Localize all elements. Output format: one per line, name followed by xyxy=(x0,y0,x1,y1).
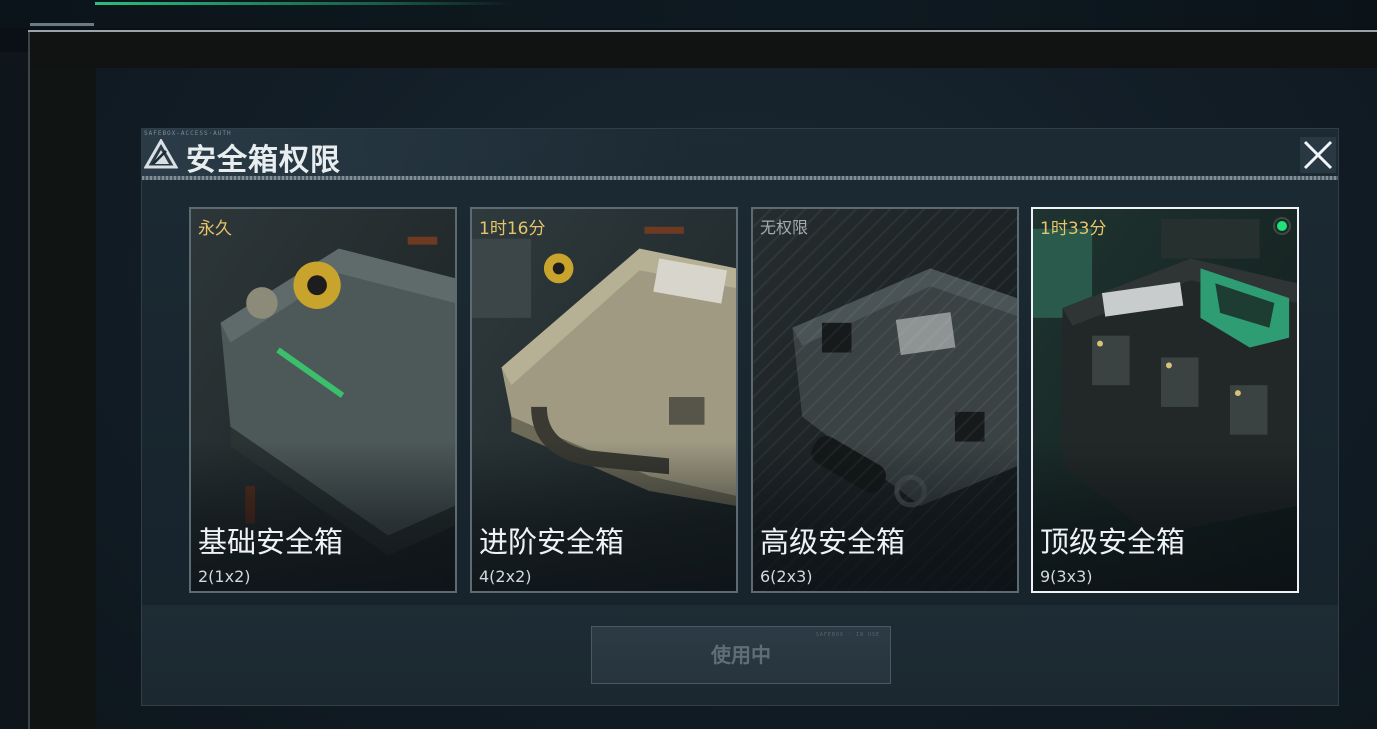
card-permission-tag: 无权限 xyxy=(760,218,809,237)
card-capacity: 2(1x2) xyxy=(198,567,251,586)
close-icon xyxy=(1303,140,1333,170)
top-strip xyxy=(0,0,1377,28)
card-name: 进阶安全箱 xyxy=(479,525,625,559)
top-tab-indicator xyxy=(30,23,94,26)
in-use-button-label: 使用中 xyxy=(711,643,771,667)
frame-dark-band xyxy=(30,32,1377,68)
card-name: 基础安全箱 xyxy=(198,525,344,559)
dialog-title: 安全箱权限 xyxy=(186,143,341,178)
card-capacity: 9(3x3) xyxy=(1040,567,1093,586)
screen: SAFEBOX-ACCESS·AUTH 安全箱权限 永久 基础安全箱 2(1x2… xyxy=(0,0,1377,729)
active-dot-icon xyxy=(1273,217,1291,235)
outer-left-edge xyxy=(0,52,28,729)
card-duration-tag: 1时33分 xyxy=(1040,219,1107,239)
top-accent-line xyxy=(95,2,515,5)
safebox-card-senior[interactable]: 无权限 高级安全箱 6(2x3) xyxy=(751,207,1019,593)
triangle-logo-icon xyxy=(144,139,178,169)
button-micro-text: SAFEBOX · IN USE xyxy=(815,632,880,638)
safebox-card-basic[interactable]: 永久 基础安全箱 2(1x2) xyxy=(189,207,457,593)
safebox-card-advanced[interactable]: 1时16分 进阶安全箱 4(2x2) xyxy=(470,207,738,593)
card-name: 高级安全箱 xyxy=(760,525,906,559)
card-duration-tag: 永久 xyxy=(198,219,232,239)
left-panel xyxy=(30,68,96,729)
card-duration-tag: 1时16分 xyxy=(479,219,546,239)
card-name: 顶级安全箱 xyxy=(1040,525,1186,559)
safebox-card-top[interactable]: 1时33分 顶级安全箱 9(3x3) xyxy=(1031,207,1299,593)
dialog-header: SAFEBOX-ACCESS·AUTH 安全箱权限 xyxy=(142,129,1338,178)
card-capacity: 4(2x2) xyxy=(479,567,532,586)
safebox-permission-dialog: SAFEBOX-ACCESS·AUTH 安全箱权限 永久 基础安全箱 2(1x2… xyxy=(141,128,1339,706)
header-divider xyxy=(142,176,1338,180)
in-use-button[interactable]: SAFEBOX · IN USE 使用中 xyxy=(591,626,891,684)
card-capacity: 6(2x3) xyxy=(760,567,813,586)
close-button[interactable] xyxy=(1300,137,1336,173)
